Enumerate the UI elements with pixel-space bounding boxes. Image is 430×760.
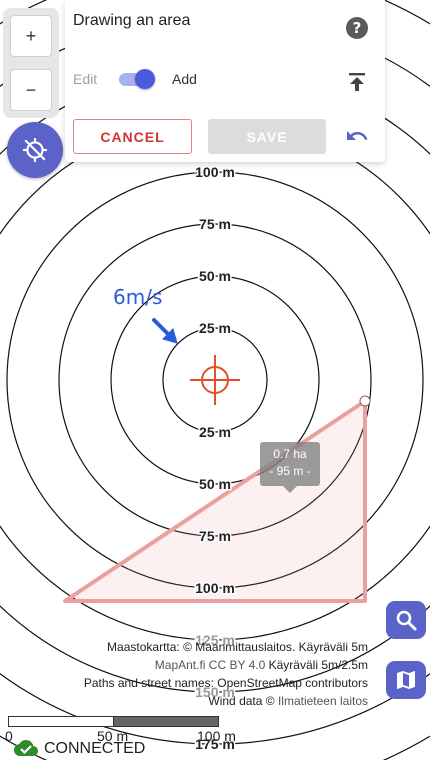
area-value: 0.7 ha	[273, 447, 307, 461]
ring-label: 25 m	[199, 424, 231, 440]
save-button[interactable]: SAVE	[208, 119, 326, 154]
scale-label: 100 m	[197, 728, 236, 744]
undo-icon[interactable]	[345, 124, 369, 148]
search-button[interactable]	[386, 601, 426, 639]
panel-title: Drawing an area	[73, 12, 191, 29]
edit-add-toggle[interactable]	[119, 68, 157, 90]
area-vertex-handle[interactable]	[359, 395, 371, 407]
attribution-text: Käyräväli 5m/2.5m	[268, 658, 368, 672]
ring-label: 75 m	[199, 528, 231, 544]
ring-label: 100 m	[195, 580, 235, 596]
ring-label: 100 m	[195, 164, 235, 180]
ring-label: 75 m	[199, 216, 231, 232]
attribution-text: Käyräväli 5m	[298, 640, 368, 654]
drawing-panel: Drawing an area ? Edit Add CANCEL SAVE	[65, 0, 385, 162]
upload-icon[interactable]	[345, 70, 369, 94]
wind-direction-arrow-icon	[152, 318, 178, 344]
attribution-link[interactable]: MapAnt.fi CC BY 4.0	[155, 658, 266, 672]
cloud-check-icon	[14, 740, 38, 756]
side-length-value: - 95 m -	[269, 464, 311, 478]
attribution-link[interactable]: Paths and street names: OpenStreetMap co…	[84, 676, 368, 690]
help-icon[interactable]: ?	[345, 16, 369, 40]
zoom-out-button[interactable]: −	[11, 70, 51, 110]
zoom-control: + −	[3, 8, 59, 118]
connection-status-label: CONNECTED	[44, 740, 146, 757]
ring-label: 50 m	[199, 268, 231, 284]
zoom-in-button[interactable]: +	[11, 16, 51, 56]
area-measurement-tooltip: 0.7 ha - 95 m -	[260, 442, 320, 493]
connection-status: CONNECTED	[14, 738, 145, 760]
map-attribution: Maastokartta: © Maanmittauslaitos. Käyrä…	[84, 638, 368, 710]
map-layers-button[interactable]	[386, 661, 426, 699]
attribution-link[interactable]: Ilmatieteen laitos	[278, 694, 368, 708]
wind-speed-label: 6m/s	[113, 285, 162, 309]
ring-label: 50 m	[199, 476, 231, 492]
search-icon	[396, 610, 417, 631]
attribution-text: Wind data ©	[208, 694, 275, 708]
cancel-button[interactable]: CANCEL	[73, 119, 192, 154]
location-disabled-icon	[23, 138, 47, 162]
attribution-link[interactable]: Maastokartta: © Maanmittauslaitos.	[107, 640, 295, 654]
svg-text:?: ?	[353, 19, 362, 37]
map-icon	[397, 671, 415, 689]
scale-bar	[8, 716, 219, 728]
scale-label: 0	[5, 728, 13, 744]
mode-edit-label: Edit	[73, 71, 98, 87]
target-crosshair-icon	[190, 355, 240, 405]
ring-label: 25 m	[199, 320, 231, 336]
gps-off-button[interactable]	[7, 122, 63, 178]
mode-add-label: Add	[172, 71, 197, 87]
